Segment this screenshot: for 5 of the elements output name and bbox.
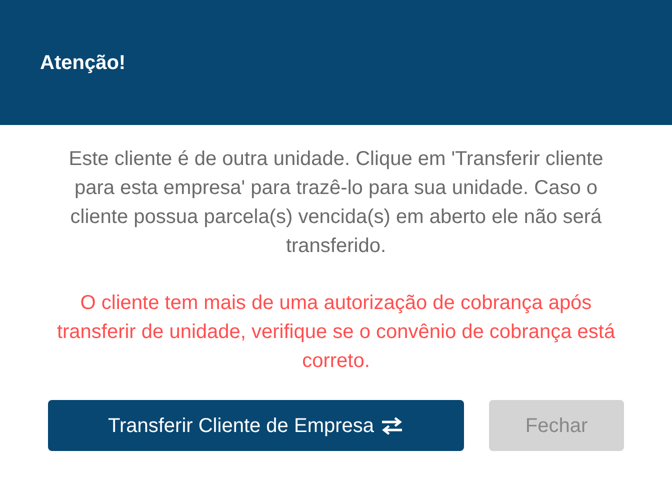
warning-text: O cliente tem mais de uma autorização de cobrança após transferir de unidade, verifique se o convênio de cobrança está correto. <box>56 291 616 374</box>
message-text: Este cliente é de outra unidade. Clique em 'Transferir cliente para esta empresa' para trazê-lo para sua unidade. Caso o cliente possua parcela(s) vencida(s) em aberto ele não será transferido. <box>68 147 604 259</box>
transfer-button[interactable]: Transferir Cliente de Empresa <box>48 400 464 451</box>
swap-arrows-icon <box>380 416 404 434</box>
dialog-title: Atenção! <box>40 50 126 76</box>
